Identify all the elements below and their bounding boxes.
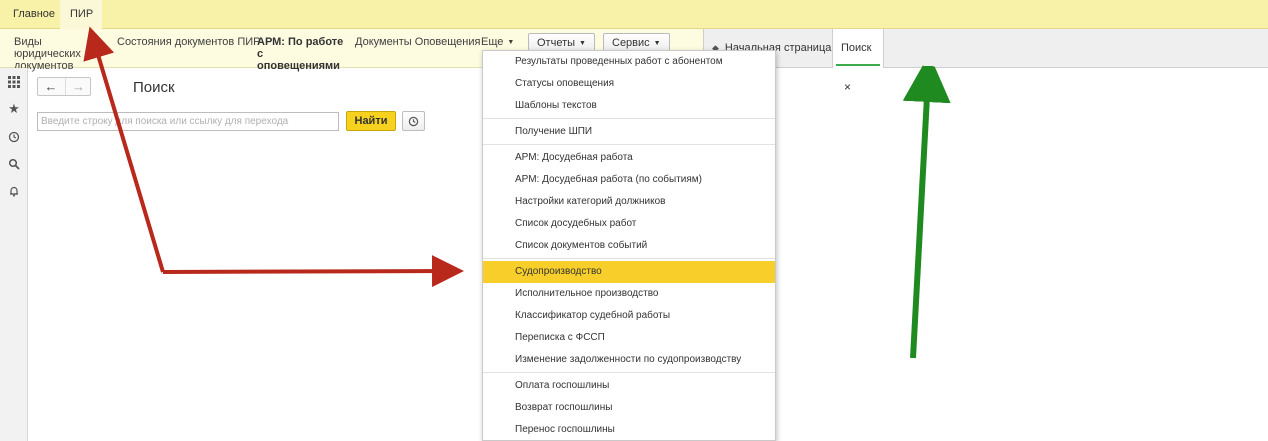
more-label: Еще xyxy=(481,36,504,48)
menu-item[interactable]: Статусы оповещения xyxy=(483,73,775,95)
chevron-down-icon: ▼ xyxy=(579,40,586,47)
menu-item[interactable]: Возврат госпошлины xyxy=(483,397,775,419)
menu-item[interactable]: Классификатор судебной работы xyxy=(483,305,775,327)
menu-separator xyxy=(483,118,775,119)
top-section-bar: Главное ПИР xyxy=(0,0,1268,29)
menu-item[interactable]: Перенос госпошлины xyxy=(483,419,775,440)
left-toolbar: ★ xyxy=(0,68,28,441)
search-input[interactable] xyxy=(37,112,339,131)
section-item-pir-doc-states[interactable]: Состояния документов ПИР xyxy=(117,36,260,48)
menu-item[interactable]: Настройки категорий должников xyxy=(483,191,775,213)
apps-grid-icon[interactable] xyxy=(0,70,28,92)
menu-item[interactable]: АРМ: Досудебная работа (по событиям) xyxy=(483,169,775,191)
menu-item[interactable]: Результаты проведенных работ с абонентом xyxy=(483,51,775,73)
menu-item[interactable]: Судопроизводство xyxy=(483,261,775,283)
section-item-arm-notifications[interactable]: АРМ: По работе с оповещениями xyxy=(257,36,345,72)
history-icon[interactable] xyxy=(0,125,28,147)
reports-label: Отчеты xyxy=(537,37,576,49)
search-icon[interactable] xyxy=(0,152,28,174)
menu-item[interactable]: Список документов событий xyxy=(483,235,775,257)
navigation-buttons: ← → xyxy=(37,77,91,96)
tab-search-label: Поиск xyxy=(841,42,872,54)
menu-separator xyxy=(483,258,775,259)
menu-separator xyxy=(483,144,775,145)
menu-item[interactable]: АРМ: Досудебная работа xyxy=(483,147,775,169)
menu-item[interactable]: Переписка с ФССП xyxy=(483,327,775,349)
chevron-down-icon: ▼ xyxy=(507,39,515,46)
green-arrow-to-search-tab xyxy=(913,78,928,359)
red-arrow-to-menu-item xyxy=(162,255,464,288)
back-button[interactable]: ← xyxy=(38,78,64,95)
find-button[interactable]: Найти xyxy=(346,111,396,131)
red-arrow-to-pir-tab xyxy=(83,26,165,273)
service-label: Сервис xyxy=(612,37,650,49)
menu-item[interactable]: Исполнительное производство xyxy=(483,283,775,305)
close-icon[interactable]: × xyxy=(844,80,851,94)
menu-item[interactable]: Список досудебных работ xyxy=(483,213,775,235)
section-item-legal-doc-types[interactable]: Виды юридических документов xyxy=(14,36,106,72)
tab-search[interactable]: Поиск × xyxy=(832,29,884,94)
more-menu-button[interactable]: Еще ▼ xyxy=(481,36,514,49)
service-dropdown-menu: Результаты проведенных работ с абонентом… xyxy=(482,50,776,441)
tab-pir[interactable]: ПИР xyxy=(60,0,102,29)
section-item-notification-docs[interactable]: Документы Оповещения xyxy=(355,36,480,48)
menu-item[interactable]: Оплата госпошлины xyxy=(483,375,775,397)
menu-item[interactable]: Изменение задолженности по судопроизводс… xyxy=(483,349,775,371)
page-title: Поиск xyxy=(133,79,175,96)
history-icon xyxy=(408,116,419,126)
star-icon[interactable]: ★ xyxy=(0,98,28,120)
tab-main[interactable]: Главное xyxy=(3,0,65,29)
menu-item[interactable]: Получение ШПИ xyxy=(483,121,775,143)
chevron-down-icon: ▼ xyxy=(653,40,661,47)
menu-item[interactable]: Шаблоны текстов xyxy=(483,95,775,117)
forward-button[interactable]: → xyxy=(65,78,91,95)
active-tab-indicator xyxy=(836,64,880,66)
search-history-button[interactable] xyxy=(402,111,425,131)
menu-separator xyxy=(483,372,775,373)
bell-icon[interactable] xyxy=(0,179,28,201)
open-windows-bar: ◆ Начальная страница Поиск × xyxy=(703,29,1268,94)
